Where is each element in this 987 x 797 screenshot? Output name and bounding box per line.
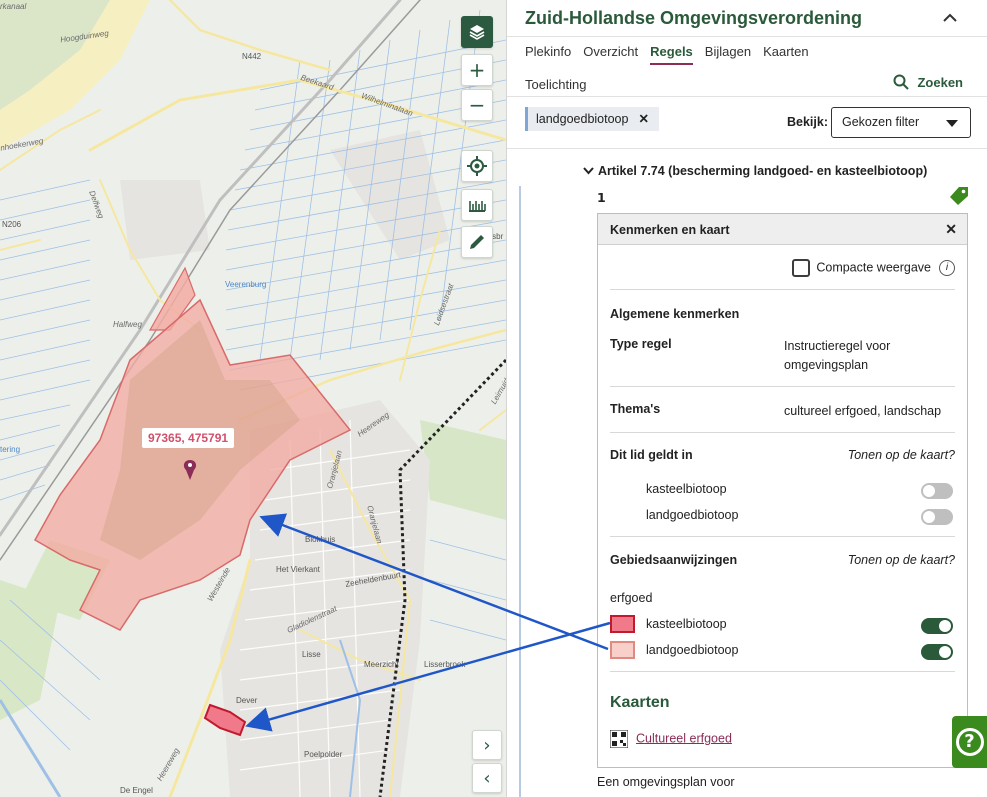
gebied-item-label: landgoedbiotoop — [646, 643, 739, 657]
info-panel: Zuid-Hollandse Omgevingsverordening Plek… — [506, 0, 987, 797]
info-icon[interactable]: i — [939, 260, 955, 276]
zoom-in-button[interactable]: + — [461, 54, 493, 86]
map-label: N442 — [242, 52, 262, 61]
kaart-link[interactable]: Cultureel erfgoed — [610, 730, 732, 748]
chevron-down-icon — [583, 164, 594, 178]
kaarten-heading: Kaarten — [610, 694, 670, 711]
map-label: rkanaal — [0, 2, 27, 11]
compact-toggle[interactable]: Compacte weergave i — [610, 259, 955, 277]
crosshair-icon — [467, 156, 487, 176]
kaart-link-label: Cultureel erfgoed — [636, 731, 732, 746]
compact-label: Compacte weergave — [816, 260, 931, 275]
rule-indent-line — [519, 186, 521, 797]
map-label: Blokhuis — [305, 535, 336, 544]
themas-value: cultureel erfgoed, landschap — [784, 404, 942, 418]
measure-button[interactable] — [461, 189, 493, 221]
type-regel-label: Type regel — [610, 337, 672, 351]
map-thumbnail-icon — [610, 730, 628, 748]
next-lid-text: Een omgevingsplan voor — [597, 775, 735, 789]
filter-chip: landgoedbiotoop ✕ — [525, 107, 659, 131]
bekijk-label: Bekijk: — [787, 115, 828, 129]
layers-button[interactable] — [461, 16, 493, 48]
algemene-heading: Algemene kenmerken — [610, 307, 740, 321]
card-header: Kenmerken en kaart ✕ — [598, 214, 967, 245]
close-icon[interactable]: ✕ — [638, 112, 648, 126]
map-label: Meerzicht — [364, 660, 399, 669]
gebied-label: Gebiedsaanwijzingen — [610, 553, 738, 567]
legend-swatch-landgoedbiotoop — [610, 641, 635, 659]
draw-button[interactable] — [461, 226, 493, 258]
map-label: Het Vierkant — [276, 565, 320, 574]
geldt-item-label: kasteelbiotoop — [646, 482, 727, 496]
help-icon: ? — [955, 728, 984, 756]
map-basemap — [0, 0, 506, 797]
tab-bijlagen[interactable]: Bijlagen — [705, 44, 751, 65]
toggle-kasteelbiotoop-geldt[interactable] — [921, 483, 953, 499]
artikel-title: Artikel 7.74 (bescherming landgoed- en k… — [598, 164, 928, 178]
map-label: tering — [0, 445, 21, 454]
search-label: Zoeken — [917, 74, 963, 90]
kenmerken-card: Kenmerken en kaart ✕ Compacte weergave i … — [597, 213, 968, 768]
gebied-item-label: kasteelbiotoop — [646, 617, 727, 631]
tab-regels[interactable]: Regels — [650, 44, 693, 65]
filter-chip-label: landgoedbiotoop — [536, 112, 629, 126]
tab-overzicht[interactable]: Overzicht — [583, 44, 638, 65]
card-title: Kenmerken en kaart — [610, 223, 730, 237]
lid-number: 1 — [597, 190, 606, 205]
compact-checkbox[interactable] — [792, 259, 811, 277]
map-label: De Engel — [120, 786, 153, 795]
geldt-item-label: landgoedbiotoop — [646, 508, 739, 522]
map-label: N206 — [2, 220, 22, 229]
collapse-panel-button[interactable]: ‹ — [472, 763, 502, 793]
coordinate-label: 97365, 475791 — [142, 428, 235, 448]
pencil-icon — [470, 235, 484, 249]
map-label: Halfweg — [113, 320, 142, 329]
map-label: Dever — [236, 696, 258, 705]
expand-panel-button[interactable]: › — [472, 730, 502, 760]
close-icon[interactable]: ✕ — [945, 221, 957, 238]
map-label: Poelpolder — [304, 750, 343, 759]
panel-title: Zuid-Hollandse Omgevingsverordening — [525, 8, 863, 28]
tab-bar: Plekinfo Overzicht Regels Bijlagen Kaart… — [525, 44, 821, 65]
zoom-out-button[interactable]: − — [461, 89, 493, 121]
themas-label: Thema's — [610, 402, 661, 416]
gebied-tonen-label: Tonen op de kaart? — [847, 553, 955, 567]
caret-down-icon — [946, 120, 958, 127]
type-regel-value: Instructieregel voor omgevingsplan — [784, 339, 891, 372]
bekijk-select[interactable]: Gekozen filter — [831, 107, 971, 138]
help-button[interactable]: ? — [952, 716, 987, 768]
search-icon — [893, 74, 910, 90]
chevron-up-icon[interactable] — [943, 8, 957, 27]
legend-swatch-kasteelbiotoop — [610, 615, 635, 633]
toggle-landgoedbiotoop-gebied[interactable] — [921, 644, 953, 660]
map-label: Veerenburg — [225, 280, 267, 289]
tag-icon[interactable] — [949, 186, 969, 209]
tab-plekinfo[interactable]: Plekinfo — [525, 44, 571, 65]
map-view[interactable]: rkanaal Hoogduinweg N442 Beekaard Wilhel… — [0, 0, 506, 797]
toggle-landgoedbiotoop-geldt[interactable] — [921, 509, 953, 525]
map-label: Lisserbroek — [424, 660, 466, 669]
tab-kaarten[interactable]: Kaarten — [763, 44, 809, 65]
map-label: Lisse — [302, 650, 321, 659]
tonen-label: Tonen op de kaart? — [847, 448, 955, 462]
geldt-in-label: Dit lid geldt in — [610, 448, 693, 462]
artikel-heading[interactable]: Artikel 7.74 (bescherming landgoed- en k… — [583, 164, 927, 178]
search-button[interactable]: Zoeken — [893, 74, 963, 90]
gebied-group-label: erfgoed — [610, 591, 653, 605]
tab-toelichting[interactable]: Toelichting — [525, 77, 586, 92]
bekijk-select-value: Gekozen filter — [842, 115, 920, 129]
locate-button[interactable] — [461, 150, 493, 182]
toggle-kasteelbiotoop-gebied[interactable] — [921, 618, 953, 634]
layers-icon — [469, 25, 485, 40]
ruler-icon — [469, 201, 486, 212]
